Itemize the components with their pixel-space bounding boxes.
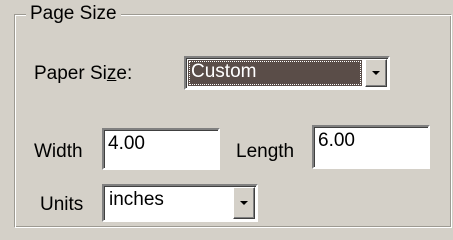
paper-size-value: Custom [188, 60, 362, 86]
paper-size-dropdown[interactable]: Custom [184, 56, 390, 90]
chevron-down-icon [240, 201, 248, 205]
paper-size-label: Paper Size: [34, 63, 133, 84]
units-value: inches [109, 189, 164, 210]
page-size-group-title: Page Size [26, 2, 121, 26]
units-label: Units [40, 194, 84, 215]
chevron-down-icon [372, 71, 380, 75]
units-dropdown[interactable]: inches [102, 184, 258, 222]
units-dropdown-button[interactable] [233, 187, 255, 219]
width-field[interactable]: 4.00 [102, 128, 220, 170]
length-field[interactable]: 6.00 [312, 125, 430, 169]
length-label: Length [236, 141, 295, 162]
width-label: Width [34, 141, 83, 162]
paper-size-dropdown-button[interactable] [365, 59, 387, 87]
